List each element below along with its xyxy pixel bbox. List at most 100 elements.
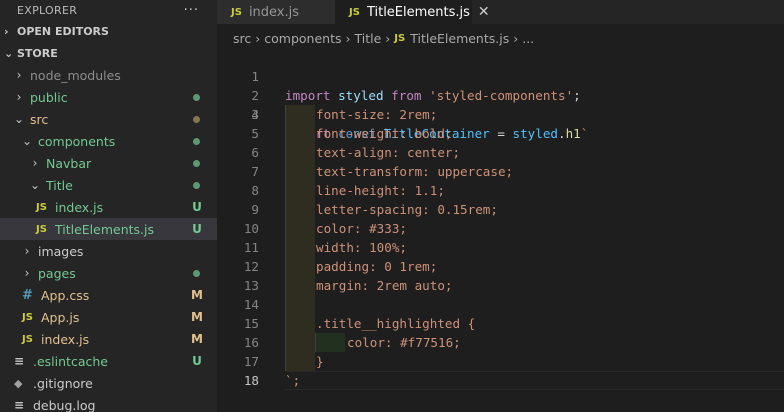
tree-item-app-css[interactable]: # App.css M	[0, 284, 217, 306]
tab-label: TitleElements.js	[366, 4, 470, 20]
code-token: letter-spacing: 0.15rem;	[316, 202, 498, 217]
chevron-right-icon: ›	[385, 30, 391, 46]
line-number: 11	[243, 240, 259, 255]
tab-title-elements-js[interactable]: JS TitleElements.js ✕	[335, 0, 490, 24]
tree-item-label: src	[30, 111, 49, 127]
chevron-right-icon: ›	[24, 266, 30, 280]
tree-item-images[interactable]: › images	[0, 240, 217, 262]
code-line: 6 text-align: center;	[217, 143, 784, 162]
status-dot	[193, 137, 200, 145]
chevron-right-icon: ›	[513, 30, 519, 46]
git-status-badge: U	[192, 200, 202, 214]
line-number: 8	[251, 183, 259, 198]
code-line: 8 line-height: 1.1;	[217, 181, 784, 200]
js-file-icon: JS	[349, 6, 360, 18]
code-line: 14	[217, 295, 784, 314]
line-number: 16	[243, 335, 259, 350]
explorer-sidebar: EXPLORER ··· › OPEN EDITORS ⌄ STORE › no…	[0, 0, 217, 412]
code-editor[interactable]: 1 import styled from 'styled-components'…	[217, 48, 784, 412]
chevron-right-icon: ›	[255, 30, 261, 46]
chevron-down-icon: ⌄	[13, 112, 25, 126]
code-line: 16 color: #f77516;	[217, 333, 784, 352]
chevron-right-icon: ›	[16, 90, 22, 104]
tab-index-js[interactable]: JS index.js	[217, 0, 335, 24]
code-line: 13 margin: 2rem auto;	[217, 276, 784, 295]
status-dot	[193, 159, 200, 167]
code-line: 15 .title__highlighted {	[217, 314, 784, 333]
line-number: 12	[243, 259, 259, 274]
tree-item-eslintcache[interactable]: ≡ .eslintcache U	[0, 350, 217, 372]
js-file-icon: JS	[36, 223, 47, 235]
code-token: `;	[285, 373, 301, 388]
code-line: 2	[217, 67, 784, 103]
line-number: 4	[251, 107, 259, 122]
status-dot	[193, 115, 200, 123]
tree-item-gitignore[interactable]: ◆ .gitignore	[0, 372, 217, 394]
line-number: 13	[243, 278, 259, 293]
tree-item-label: public	[30, 89, 68, 105]
line-number: 9	[251, 202, 259, 217]
line-number: 14	[243, 297, 259, 312]
line-number: 7	[251, 164, 259, 179]
tree-item-label: App.js	[41, 309, 80, 325]
code-token: text-transform: uppercase;	[316, 164, 514, 179]
tree-item-label: images	[38, 243, 84, 259]
tree-item-public[interactable]: › public	[0, 86, 217, 108]
chevron-right-icon: ›	[345, 30, 351, 46]
open-editors-section[interactable]: › OPEN EDITORS	[0, 20, 217, 42]
tree-item-title-elements-js[interactable]: JS TitleElements.js U	[0, 218, 217, 240]
code-line: 7 text-transform: uppercase;	[217, 162, 784, 181]
code-token: width: 100%;	[316, 240, 407, 255]
code-line: 12 padding: 0 1rem;	[217, 257, 784, 276]
tree-item-node-modules[interactable]: › node_modules	[0, 64, 217, 86]
tree-item-components[interactable]: ⌄ components	[0, 130, 217, 152]
code-line: 1 import styled from 'styled-components'…	[217, 48, 784, 103]
js-file-icon: JS	[36, 201, 47, 213]
line-number: 10	[243, 221, 259, 236]
git-status-badge: M	[191, 288, 203, 302]
line-number: 18	[243, 373, 259, 388]
breadcrumb-item[interactable]: components	[264, 31, 341, 46]
line-number: 5	[251, 126, 259, 141]
ellipsis-icon[interactable]: ···	[184, 3, 199, 18]
tree-item-label: .gitignore	[33, 375, 93, 391]
tree-item-label: components	[38, 133, 116, 149]
tree-item-pages[interactable]: › pages	[0, 262, 217, 284]
breadcrumb-item[interactable]: src	[233, 31, 251, 46]
tree-item-label: .eslintcache	[33, 353, 108, 369]
breadcrumb-item[interactable]: Title	[354, 31, 381, 46]
code-token: line-height: 1.1;	[316, 183, 445, 198]
chevron-right-icon: ›	[4, 24, 9, 38]
chevron-down-icon: ⌄	[21, 134, 33, 148]
lines-file-icon: ≡	[14, 398, 25, 412]
tree-item-src[interactable]: ⌄ src	[0, 108, 217, 130]
close-icon[interactable]: ✕	[478, 4, 490, 20]
tree-item-debug-log[interactable]: ≡ debug.log	[0, 394, 217, 412]
breadcrumb-item[interactable]: TitleElements.js	[410, 31, 509, 46]
code-token: text-align: center;	[316, 145, 461, 160]
js-file-icon: JS	[231, 6, 242, 18]
tree-item-label: TitleElements.js	[55, 221, 155, 237]
breadcrumb-item[interactable]: ...	[522, 31, 534, 46]
code-token: color: #f77516;	[347, 335, 461, 350]
code-token: }	[316, 354, 324, 369]
line-number: 17	[243, 354, 259, 369]
open-editors-label: OPEN EDITORS	[17, 24, 109, 38]
tree-item-src-index-js[interactable]: JS index.js M	[0, 328, 217, 350]
tree-item-title[interactable]: ⌄ Title	[0, 174, 217, 196]
code-line-current: 18 `;	[217, 371, 784, 390]
tree-item-navbar[interactable]: › Navbar	[0, 152, 217, 174]
tree-item-title-index-js[interactable]: JS index.js U	[0, 196, 217, 218]
code-line: 17}	[217, 352, 784, 371]
status-dot	[193, 269, 200, 277]
chevron-right-icon: ›	[32, 156, 38, 170]
tree-item-app-js[interactable]: JS App.js M	[0, 306, 217, 328]
js-file-icon: JS	[394, 32, 406, 44]
js-file-icon: JS	[22, 333, 33, 345]
explorer-title: EXPLORER	[17, 3, 78, 17]
code-line: 11 width: 100%;	[217, 238, 784, 257]
store-section[interactable]: ⌄ STORE	[0, 42, 217, 64]
code-token: color: #333;	[316, 221, 407, 236]
tree-item-label: App.css	[41, 287, 90, 303]
chevron-right-icon: ›	[16, 68, 22, 82]
